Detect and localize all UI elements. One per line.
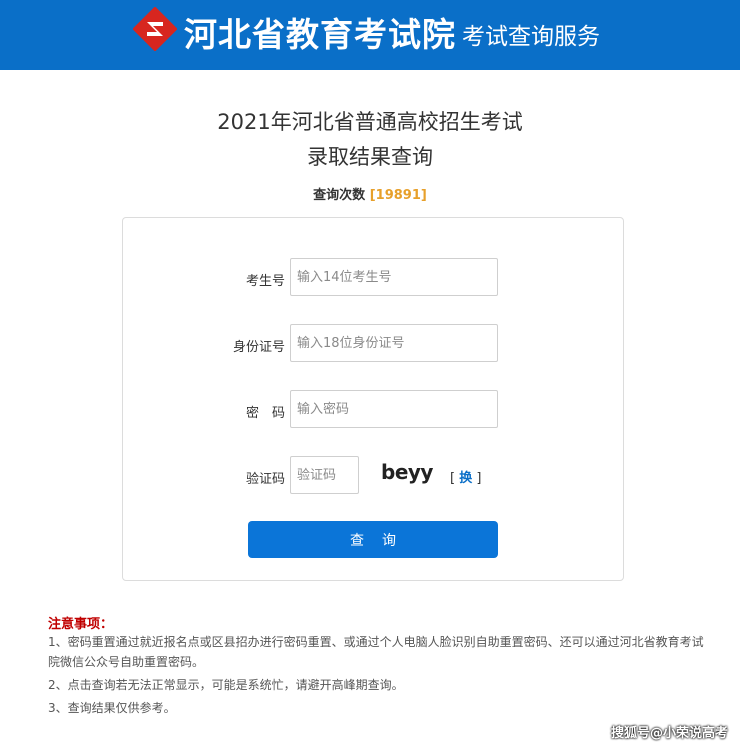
query-counter: 查询次数 [19891] (0, 184, 740, 203)
refresh-label: 换 (459, 471, 473, 486)
page-title-line2: 录取结果查询 (307, 145, 433, 169)
page-title-line1: 2021年河北省普通高校招生考试 (217, 110, 523, 134)
refresh-close-bracket: ] (476, 471, 482, 486)
password-label: 密 码 (245, 406, 285, 421)
watermark: 搜狐号@小荣说高考 (610, 726, 728, 741)
exam-authority-logo-icon (133, 7, 177, 51)
note-item-2: 2、点击查询若无法正常显示，可能是系统忙，请避开高峰期查询。 (48, 678, 404, 692)
captcha-input[interactable] (290, 456, 359, 494)
counter-label: 查询次数 (313, 188, 366, 203)
note-item-3: 3、查询结果仅供参考。 (48, 701, 176, 715)
org-name: 河北省教育考试院 (184, 15, 456, 54)
refresh-captcha-link[interactable]: [ 换 ] (450, 467, 481, 486)
id-number-label: 身份证号 (232, 340, 285, 355)
refresh-open-bracket: [ (450, 471, 456, 486)
service-name: 考试查询服务 (462, 24, 600, 50)
note-item-1: 1、密码重置通过就近报名点或区县招办进行密码重置、或通过个人电脑人脸识别自助重置… (48, 635, 704, 669)
id-number-input[interactable] (290, 324, 498, 362)
exam-no-label: 考生号 (245, 274, 285, 289)
counter-close-bracket: ] (420, 188, 427, 203)
counter-value: 19891 (375, 188, 421, 203)
exam-no-input[interactable] (290, 258, 498, 296)
password-input[interactable] (290, 390, 498, 428)
query-button[interactable]: 查询 (248, 521, 498, 558)
site-header: 河北省教育考试院 考试查询服务 (0, 0, 740, 70)
notes-title: 注意事项： (48, 617, 114, 632)
captcha-label: 验证码 (245, 472, 285, 487)
captcha-image[interactable]: beyy (381, 460, 433, 484)
